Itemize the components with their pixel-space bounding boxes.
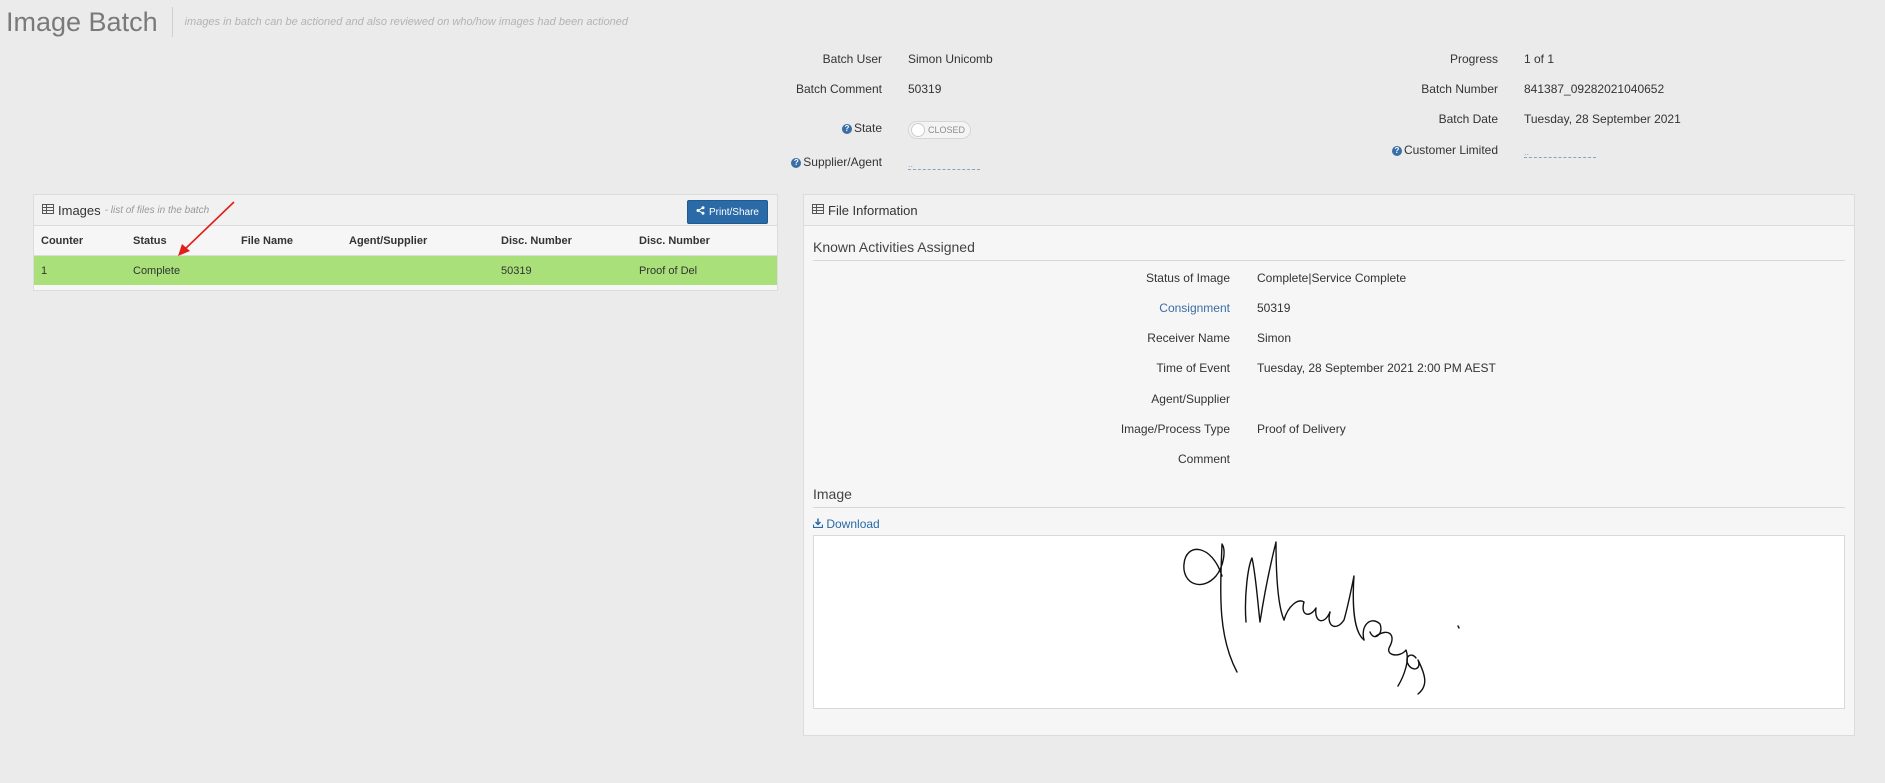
field-value: 50319 bbox=[1257, 301, 1291, 315]
column-header[interactable]: File Name bbox=[234, 226, 342, 256]
help-icon[interactable]: ? bbox=[841, 124, 852, 134]
download-icon bbox=[812, 517, 826, 531]
state-toggle[interactable]: CLOSED bbox=[908, 121, 972, 140]
batch-number-label: Batch Number bbox=[1421, 82, 1498, 96]
supplier-value[interactable]: .. bbox=[908, 156, 980, 170]
download-link[interactable]: Download bbox=[812, 517, 880, 531]
state-label-text: State bbox=[853, 121, 882, 135]
cell-file-name bbox=[234, 255, 342, 285]
batch-comment-value: 50319 bbox=[908, 82, 942, 96]
cell-agent bbox=[342, 255, 494, 285]
consignment-link[interactable]: Consignment bbox=[1159, 301, 1230, 315]
column-header[interactable]: Counter bbox=[34, 226, 126, 256]
table-icon bbox=[812, 203, 824, 217]
images-panel-title: Images bbox=[58, 202, 101, 218]
state-label: ? State bbox=[782, 121, 882, 135]
activities-section-title: Known Activities Assigned bbox=[813, 239, 1845, 261]
print-share-label: Print/Share bbox=[708, 206, 759, 218]
batch-date-value: Tuesday, 28 September 2021 bbox=[1524, 112, 1681, 126]
batch-number-value: 841387_09282021040652 bbox=[1524, 82, 1665, 96]
field-label: Image/Process Type bbox=[1120, 422, 1230, 436]
batch-user-value: Simon Unicomb bbox=[908, 52, 993, 66]
image-section-title: Image bbox=[813, 486, 1845, 508]
header-divider bbox=[171, 7, 173, 37]
field-label: Receiver Name bbox=[1147, 331, 1230, 345]
field-label: Time of Event bbox=[1156, 361, 1230, 375]
file-info-panel: File Information Known Activities Assign… bbox=[803, 194, 1855, 736]
batch-user-label: Batch User bbox=[822, 52, 882, 66]
table-icon bbox=[42, 203, 54, 217]
customer-label-text: Customer Limited bbox=[1403, 143, 1498, 157]
table-row[interactable]: 1 Complete 50319 Proof of Del bbox=[34, 255, 777, 285]
field-comment: Comment bbox=[804, 452, 1854, 468]
column-header[interactable]: Disc. Number bbox=[632, 226, 777, 256]
share-icon bbox=[696, 206, 705, 218]
page-title: Image Batch bbox=[6, 6, 158, 37]
field-label: Comment bbox=[1177, 452, 1230, 466]
table-header-row: Counter Status File Name Agent/Supplier … bbox=[34, 226, 777, 256]
cell-counter: 1 bbox=[34, 255, 126, 285]
images-panel: Images - list of files in the batch Prin… bbox=[33, 194, 778, 291]
progress-value: 1 of 1 bbox=[1524, 52, 1555, 66]
images-table: Counter Status File Name Agent/Supplier … bbox=[34, 226, 777, 285]
download-label: Download bbox=[826, 517, 880, 531]
field-value: Proof of Delivery bbox=[1257, 422, 1346, 436]
images-panel-heading: Images - list of files in the batch Prin… bbox=[34, 195, 777, 226]
field-value: Tuesday, 28 September 2021 2:00 PM AEST bbox=[1257, 361, 1496, 375]
supplier-label-text: Supplier/Agent bbox=[803, 155, 882, 169]
toggle-knob bbox=[911, 123, 925, 137]
batch-comment-label: Batch Comment bbox=[795, 82, 882, 96]
field-status-of-image: Status of Image Complete|Service Complet… bbox=[804, 271, 1854, 287]
field-process-type: Image/Process Type Proof of Delivery bbox=[804, 422, 1854, 438]
help-icon[interactable]: ? bbox=[1391, 146, 1402, 156]
file-info-title: File Information bbox=[828, 202, 918, 218]
field-time-of-event: Time of Event Tuesday, 28 September 2021… bbox=[804, 361, 1854, 377]
field-value: Complete|Service Complete bbox=[1257, 271, 1407, 285]
help-icon[interactable]: ? bbox=[791, 158, 802, 168]
cell-disc-type: Proof of Del bbox=[632, 255, 777, 285]
customer-editable[interactable]: .. bbox=[1524, 147, 1596, 158]
file-info-heading: File Information bbox=[804, 195, 1854, 226]
state-switch[interactable]: CLOSED bbox=[908, 121, 972, 139]
signature-image bbox=[813, 535, 1845, 709]
field-consignment: Consignment 50319 bbox=[804, 301, 1854, 317]
field-agent-supplier: Agent/Supplier bbox=[804, 392, 1854, 408]
field-value: Simon bbox=[1257, 331, 1292, 345]
field-label: Agent/Supplier bbox=[1151, 392, 1230, 406]
page-header: Image Batch images in batch can be actio… bbox=[6, 4, 628, 40]
progress-label: Progress bbox=[1449, 52, 1498, 66]
customer-value[interactable]: .. bbox=[1524, 144, 1596, 158]
customer-label: ? Customer Limited bbox=[1358, 143, 1498, 157]
column-header[interactable]: Agent/Supplier bbox=[342, 226, 494, 256]
supplier-editable[interactable]: .. bbox=[908, 159, 980, 170]
signature-drawing bbox=[1183, 541, 1460, 695]
batch-date-label: Batch Date bbox=[1438, 112, 1498, 126]
column-header[interactable]: Disc. Number bbox=[494, 226, 632, 256]
state-value: CLOSED bbox=[928, 125, 966, 135]
annotation-arrow bbox=[178, 201, 235, 256]
field-receiver-name: Receiver Name Simon bbox=[804, 331, 1854, 347]
cell-disc-number: 50319 bbox=[494, 255, 632, 285]
supplier-label: ? Supplier/Agent bbox=[752, 155, 882, 169]
print-share-button[interactable]: Print/Share bbox=[686, 200, 768, 224]
field-label: Status of Image bbox=[1145, 271, 1230, 285]
page-subtitle: images in batch can be actioned and also… bbox=[184, 16, 628, 28]
